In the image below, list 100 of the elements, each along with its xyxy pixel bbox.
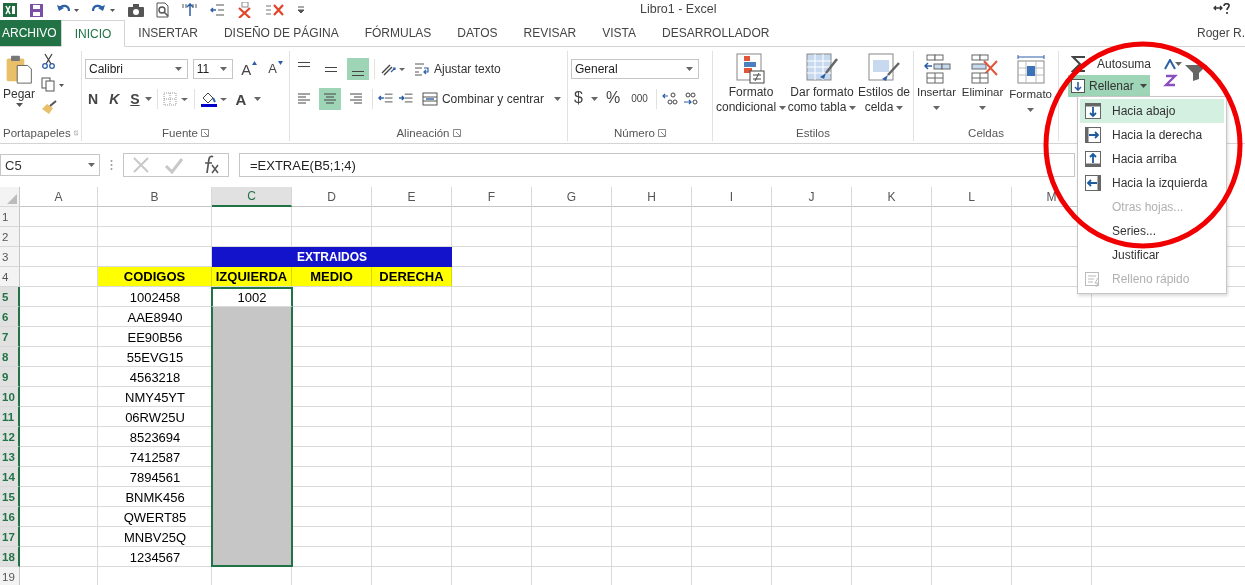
column-header[interactable]: H xyxy=(612,187,692,207)
ribbon-tab[interactable]: DISEÑO DE PÁGINA xyxy=(210,20,352,46)
row-header[interactable]: 4 xyxy=(0,267,20,287)
copy-icon[interactable] xyxy=(41,77,66,92)
format-painter-icon[interactable] xyxy=(41,100,58,115)
ribbon-tab[interactable]: REVISAR xyxy=(510,20,590,46)
row-header[interactable]: 18 xyxy=(0,547,20,567)
fill-color-icon[interactable] xyxy=(199,91,228,107)
merge-center-button[interactable]: Combinar y centrar xyxy=(418,88,564,110)
help-icon[interactable] xyxy=(1213,3,1231,15)
ribbon-tab[interactable]: FÓRMULAS xyxy=(351,20,445,46)
currency-button[interactable]: $ xyxy=(571,88,586,110)
row-header[interactable]: 17 xyxy=(0,527,20,547)
percent-button[interactable]: % xyxy=(602,88,624,110)
format-cells-icon xyxy=(1014,53,1047,87)
dialog-launcher-icon[interactable] xyxy=(200,129,209,137)
fill-button[interactable]: Rellenar xyxy=(1068,75,1150,97)
column-header[interactable]: L xyxy=(932,187,1012,207)
row-header[interactable]: 3 xyxy=(0,247,20,267)
delete-row-icon[interactable] xyxy=(265,3,285,17)
name-box[interactable]: C5 xyxy=(0,154,100,176)
customize-caret-icon[interactable] xyxy=(297,6,305,14)
ribbon-tab[interactable]: INICIO xyxy=(60,20,126,47)
row-header[interactable]: 1 xyxy=(0,207,20,227)
row-header[interactable]: 8 xyxy=(0,347,20,367)
autosum-button[interactable]: Autosuma xyxy=(1068,53,1242,75)
sort-icon[interactable] xyxy=(182,3,198,17)
column-header[interactable]: A xyxy=(20,187,98,207)
decrease-decimal-icon[interactable] xyxy=(682,92,699,106)
row-header[interactable]: 7 xyxy=(0,327,20,347)
underline-button[interactable]: S xyxy=(127,88,140,110)
user-name[interactable]: Roger R. xyxy=(1196,26,1245,40)
cells-button[interactable]: Insertar xyxy=(917,51,956,125)
cells-button[interactable]: Formato xyxy=(1009,51,1052,125)
grow-font-button[interactable]: A xyxy=(238,58,261,80)
shrink-font-button[interactable]: A xyxy=(265,58,286,80)
row-header[interactable]: 9 xyxy=(0,367,20,387)
caret-icon xyxy=(779,105,787,110)
indent-icon[interactable] xyxy=(210,3,225,17)
row-header[interactable]: 16 xyxy=(0,507,20,527)
thousands-button[interactable]: 000 xyxy=(628,88,651,110)
column-header[interactable]: E xyxy=(372,187,452,207)
wrap-text-button[interactable]: Ajustar texto xyxy=(411,58,504,80)
delete-column-icon[interactable] xyxy=(237,2,253,18)
row-header[interactable]: 14 xyxy=(0,467,20,487)
caret-icon[interactable] xyxy=(590,97,598,101)
ribbon-tab[interactable]: DATOS xyxy=(444,20,511,46)
column-header[interactable]: B xyxy=(98,187,212,207)
styles-button[interactable]: Estilos de celda xyxy=(857,51,910,125)
menu-item[interactable]: Justificar xyxy=(1080,243,1224,267)
menu-item[interactable]: Series... xyxy=(1080,219,1224,243)
number-format-field[interactable]: General xyxy=(571,59,699,79)
row-header[interactable]: 11 xyxy=(0,407,20,427)
column-header[interactable]: F xyxy=(452,187,532,207)
menu-item[interactable]: Hacia abajo xyxy=(1080,99,1224,123)
menu-item[interactable]: Hacia arriba xyxy=(1080,147,1224,171)
ribbon-tab[interactable]: ARCHIVO xyxy=(0,20,61,46)
ribbon-tab[interactable]: DESARROLLADOR xyxy=(649,20,783,46)
menu-item[interactable]: Hacia la derecha xyxy=(1080,123,1224,147)
ribbon-tab[interactable]: INSERTAR xyxy=(125,20,211,46)
ribbon-tab[interactable]: VISTA xyxy=(589,20,650,46)
font-color-button[interactable]: A xyxy=(232,88,250,110)
increase-decimal-icon[interactable] xyxy=(661,92,678,106)
dialog-launcher-icon[interactable] xyxy=(452,129,461,137)
column-header[interactable]: I xyxy=(692,187,772,207)
italic-button[interactable]: K xyxy=(106,88,123,110)
save-icon[interactable] xyxy=(29,2,44,18)
caret-icon xyxy=(15,103,23,107)
decrease-indent-icon[interactable] xyxy=(377,92,394,106)
row-header[interactable]: 6 xyxy=(0,307,20,327)
styles-button[interactable]: Dar formato como tabla xyxy=(787,51,857,125)
cut-icon[interactable] xyxy=(41,53,57,69)
font-name-field[interactable]: Calibri xyxy=(85,59,188,79)
row-header[interactable]: 10 xyxy=(0,387,20,407)
checkmark-icon[interactable] xyxy=(164,156,184,174)
paste-button[interactable]: Pegar xyxy=(3,51,36,125)
borders-icon[interactable] xyxy=(162,92,189,106)
bold-button[interactable]: N xyxy=(85,88,102,110)
camera-icon[interactable] xyxy=(128,3,144,17)
caret-icon[interactable] xyxy=(254,97,262,101)
dialog-launcher-icon[interactable] xyxy=(657,129,666,137)
row-header[interactable]: 5 xyxy=(0,287,20,307)
vertical-align-button[interactable] xyxy=(347,58,369,80)
print-preview-icon[interactable] xyxy=(156,2,170,18)
styles-button[interactable]: Formato condicional xyxy=(716,51,787,125)
row-header[interactable]: 2 xyxy=(0,227,20,247)
row-header[interactable]: 19 xyxy=(0,567,20,585)
row-header[interactable]: 12 xyxy=(0,427,20,447)
font-size-field[interactable]: 11 xyxy=(192,59,234,79)
formula-field[interactable]: =EXTRAE(B5;1;4) xyxy=(239,153,1075,177)
cells-button[interactable]: Eliminar xyxy=(961,51,1004,125)
column-header[interactable]: K xyxy=(852,187,932,207)
column-header[interactable]: J xyxy=(772,187,852,207)
column-header[interactable]: D xyxy=(292,187,372,207)
column-header[interactable]: C xyxy=(212,187,292,207)
column-header[interactable]: G xyxy=(532,187,612,207)
increase-indent-icon[interactable] xyxy=(398,92,414,106)
caret-icon[interactable] xyxy=(144,97,152,101)
row-header[interactable]: 13 xyxy=(0,447,20,467)
row-header[interactable]: 15 xyxy=(0,487,20,507)
